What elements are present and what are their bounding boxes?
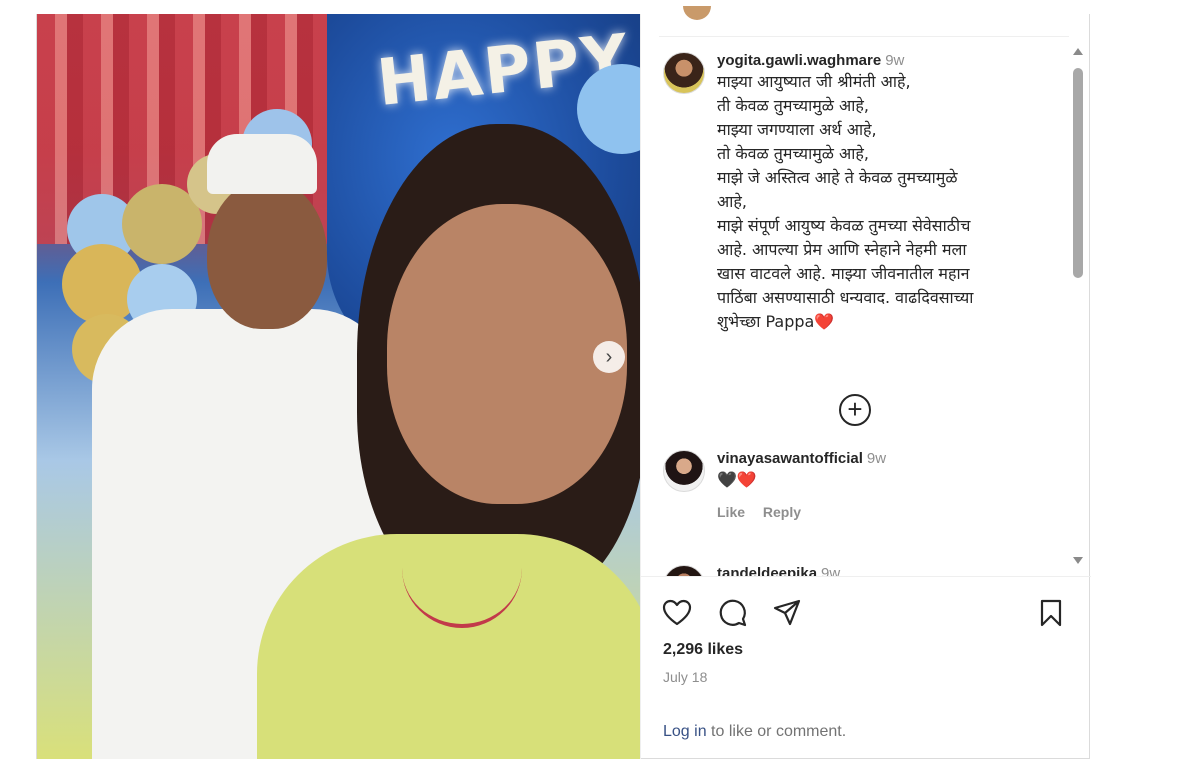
post-date[interactable]: July 18 [663,669,707,685]
comment-text: माझ्या आयुष्यात जी श्रीमंती आहे, ती केवळ… [717,72,974,331]
comment-text: 🖤❤️ [717,470,757,489]
post-card: HAPPY › yogita.gawli.waghmare 9w माझ्या … [36,6,1091,759]
send-icon[interactable] [771,597,803,629]
bookmark-icon[interactable] [1035,597,1067,629]
like-comment-link[interactable]: Like [717,504,745,520]
woman-face [387,204,627,504]
comment-time: 9w [821,565,841,576]
login-prompt-text: to like or comment. [706,723,847,740]
comment-icon[interactable] [717,597,749,629]
reply-link[interactable]: Reply [763,504,801,520]
comment-actions: Like Reply [717,504,1057,520]
comment-time: 9w [866,450,887,467]
avatar[interactable] [663,565,705,576]
post-footer: 2,296 likes July 18 Log in to like or co… [641,576,1091,759]
login-link[interactable]: Log in [663,723,707,740]
avatar[interactable] [663,450,705,492]
comments-list[interactable]: yogita.gawli.waghmare 9w माझ्या आयुष्यात … [641,38,1071,576]
heart-emoji: ❤️ [736,470,757,489]
author-avatar-peek [683,6,711,20]
woman-kurta [257,534,640,759]
heart-emoji: ❤️ [814,312,835,331]
comment-username[interactable]: tandeldeepika [717,565,817,576]
post-photo[interactable]: HAPPY › [37,14,640,759]
comments-panel: yogita.gawli.waghmare 9w माझ्या आयुष्यात … [640,6,1091,759]
scroll-up-arrow-icon[interactable] [1073,48,1083,55]
scrollbar-thumb[interactable] [1073,68,1083,278]
likes-count[interactable]: 2,296 likes [663,641,743,659]
login-prompt: Log in to like or comment. [663,723,846,741]
avatar[interactable] [663,52,705,94]
comments-scrollbar[interactable] [1071,46,1085,566]
heart-icon[interactable] [661,597,693,629]
divider [659,36,1069,37]
scroll-down-arrow-icon[interactable] [1073,557,1083,564]
chevron-right-icon: › [605,345,613,368]
plus-circle-icon: + [847,394,863,424]
woman-figure [237,124,640,759]
comment-time: 9w [885,52,905,69]
comment-username[interactable]: yogita.gawli.waghmare [717,52,881,69]
action-bar [661,597,1071,629]
load-more-comments-button[interactable]: + [839,394,871,426]
comment-username[interactable]: vinayasawantofficial [717,450,863,467]
next-photo-button[interactable]: › [593,341,625,373]
